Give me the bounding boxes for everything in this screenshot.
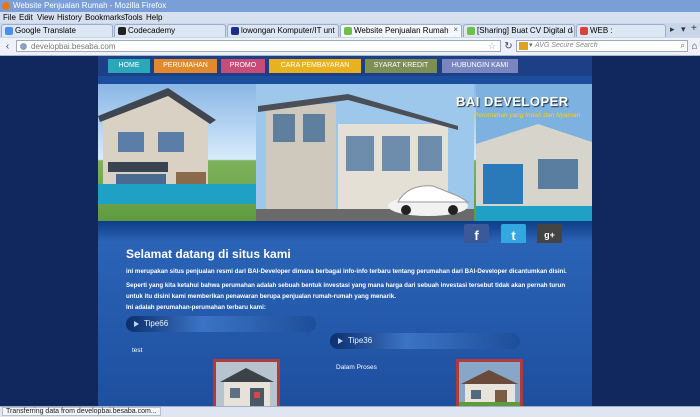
- listing-title: Tipe36: [348, 336, 373, 345]
- listing-title: Tipe66: [144, 319, 169, 328]
- tab-codecademy[interactable]: Codecademy: [114, 24, 226, 37]
- status-text: Transferring data from developbai.besaba…: [2, 407, 161, 416]
- tab-bar: Google Translate Codecademy lowongan Kom…: [0, 23, 700, 39]
- tab-label: [Sharing] Buat CV Digital dan ...: [477, 26, 573, 35]
- close-tab-icon[interactable]: ×: [453, 25, 458, 34]
- all-tabs-icon[interactable]: ▾: [681, 24, 686, 35]
- tab-google-translate[interactable]: Google Translate: [1, 24, 113, 37]
- bookmark-star-icon[interactable]: ☆: [488, 41, 496, 52]
- navigation-bar: ‹ developbai.besaba.com ☆ ↻ ▾ AVG Secure…: [0, 38, 700, 56]
- google-translate-icon: [5, 27, 13, 35]
- search-input[interactable]: ▾ AVG Secure Search ⌕: [516, 40, 688, 52]
- tab-sharing-cv[interactable]: [Sharing] Buat CV Digital dan ...: [463, 24, 575, 37]
- loading-icon: [467, 27, 475, 35]
- tab-website-penjualan-rumah[interactable]: Website Penjualan Rumah ×: [340, 24, 462, 37]
- menu-history[interactable]: History: [57, 13, 82, 22]
- search-placeholder: AVG Secure Search: [535, 42, 598, 49]
- house-thumbnail[interactable]: [213, 359, 280, 406]
- menu-file[interactable]: File: [3, 13, 16, 22]
- house-photo-icon: [216, 362, 277, 406]
- new-tab-icon[interactable]: +: [691, 23, 697, 34]
- loading-icon: [344, 27, 352, 35]
- avg-logo-icon: [519, 42, 528, 50]
- status-bar: Transferring data from developbai.besaba…: [0, 406, 700, 417]
- listing-tipe36[interactable]: Tipe36: [330, 333, 520, 349]
- menu-view[interactable]: View: [37, 13, 54, 22]
- menu-hubungin-kami[interactable]: HUBUNGIN KAMI: [442, 59, 518, 73]
- banner-title: BAI DEVELOPER: [456, 94, 569, 109]
- banner-image: BAI DEVELOPER Perumahan yang Indah dan N…: [98, 84, 592, 221]
- intro-paragraph: ini merupakan situs penjualan resmi dari…: [126, 268, 567, 275]
- site-menu: HOME PERUMAHAN PROMO CARA PEMBAYARAN SYA…: [98, 56, 592, 76]
- menu-promo[interactable]: PROMO: [221, 59, 265, 73]
- address-bar[interactable]: developbai.besaba.com ☆: [16, 40, 501, 52]
- firefox-icon: [2, 2, 10, 10]
- menu-syarat-kredit[interactable]: SYARAT KREDIT: [365, 59, 437, 73]
- menu-help[interactable]: Help: [146, 13, 162, 22]
- url-text: developbai.besaba.com: [31, 42, 116, 51]
- back-icon[interactable]: ‹: [1, 40, 14, 53]
- site-icon: [231, 27, 239, 35]
- menu-tools[interactable]: Tools: [124, 13, 143, 22]
- site-container: HOME PERUMAHAN PROMO CARA PEMBAYARAN SYA…: [98, 56, 592, 406]
- menu-bar: File Edit View History Bookmarks Tools H…: [0, 12, 700, 23]
- tab-label: lowongan Komputer/IT untu...: [241, 26, 335, 35]
- menu-bookmarks[interactable]: Bookmarks: [85, 13, 125, 22]
- tab-label: Website Penjualan Rumah: [354, 26, 449, 35]
- home-icon[interactable]: ⌂: [688, 40, 700, 53]
- codecademy-icon: [118, 27, 126, 35]
- tab-label: Google Translate: [15, 26, 76, 35]
- investment-paragraph-line2: untuk itu disini kami memberikan penawar…: [126, 293, 396, 300]
- tab-lowongan[interactable]: lowongan Komputer/IT untu...: [227, 24, 339, 37]
- investment-paragraph-line1: Seperti yang kita ketahui bahwa perumaha…: [126, 282, 566, 289]
- house-photo-icon: [459, 362, 520, 406]
- arrow-icon: [338, 338, 343, 344]
- listing-note: test: [132, 347, 143, 354]
- tab-label: Codecademy: [128, 26, 176, 35]
- listing-tipe66[interactable]: Tipe66: [126, 316, 316, 332]
- listing-intro: Ini adalah perumahan-perumahan terbaru k…: [126, 304, 266, 311]
- site-icon: [580, 27, 588, 35]
- banner-tagline: Perumahan yang Indah dan Nyaman: [474, 112, 581, 119]
- menu-cara-pembayaran[interactable]: CARA PEMBAYARAN: [269, 59, 361, 73]
- window-title: Website Penjualan Rumah - Mozilla Firefo…: [13, 1, 167, 10]
- page-viewport: HOME PERUMAHAN PROMO CARA PEMBAYARAN SYA…: [0, 56, 700, 406]
- reload-icon[interactable]: ↻: [502, 40, 515, 53]
- listing-note: Dalam Proses: [336, 364, 377, 371]
- tab-web[interactable]: WEB :: [576, 24, 666, 37]
- welcome-section: Selamat datang di situs kami ini merupak…: [98, 243, 592, 406]
- globe-icon: [20, 43, 27, 50]
- arrow-icon: [134, 321, 139, 327]
- welcome-heading: Selamat datang di situs kami: [126, 247, 291, 261]
- search-icon[interactable]: ⌕: [681, 41, 685, 51]
- dropdown-icon[interactable]: ▾: [529, 41, 533, 49]
- house-thumbnail[interactable]: [456, 359, 523, 406]
- tab-label: WEB :: [590, 26, 613, 35]
- menu-home[interactable]: HOME: [108, 59, 150, 73]
- tab-scroll-right-icon[interactable]: ▸: [670, 24, 675, 35]
- menu-perumahan[interactable]: PERUMAHAN: [154, 59, 217, 73]
- menu-edit[interactable]: Edit: [19, 13, 33, 22]
